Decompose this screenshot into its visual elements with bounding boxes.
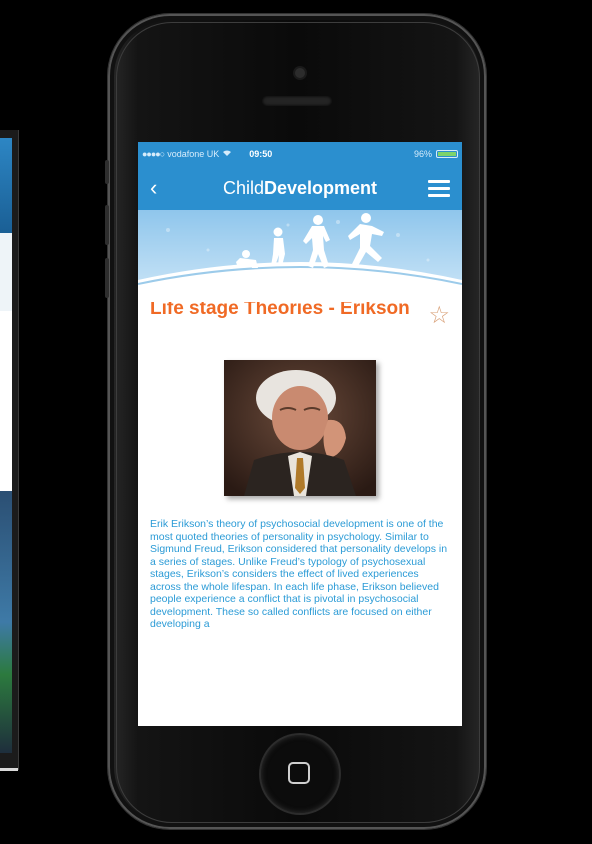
back-chevron-icon[interactable]: ‹ (150, 175, 174, 201)
background-screen-banner (0, 233, 12, 311)
status-time: 09:50 (249, 149, 273, 159)
wifi-icon (222, 149, 232, 159)
battery-icon (436, 150, 458, 158)
favorite-star-icon[interactable]: ☆ (428, 304, 450, 328)
front-camera (295, 68, 305, 78)
background-phone-base (0, 768, 18, 771)
nav-bar: ‹ ChildDevelopment (138, 166, 462, 210)
app-title-light: Child (222, 177, 264, 198)
battery-percent: 96% (413, 149, 432, 159)
app-title-bold: Development (264, 177, 378, 198)
erikson-portrait-image (224, 360, 376, 496)
carrier-name: vodafone UK (167, 149, 220, 159)
background-screen-content (0, 311, 12, 491)
background-screen-image (0, 491, 12, 753)
status-bar: ●●●●○ vodafone UK 09:50 96% (138, 142, 462, 166)
volume-down-button (105, 258, 109, 298)
background-phone-screen (0, 138, 12, 753)
volume-up-button (105, 205, 109, 245)
header-banner (138, 210, 462, 302)
background-screen-header (0, 138, 12, 233)
article-body: Erik Erikson’s theory of psychosocial de… (150, 518, 448, 630)
home-button[interactable] (261, 735, 339, 813)
hamburger-menu-icon[interactable] (428, 176, 450, 201)
earpiece-speaker (262, 96, 332, 106)
children-silhouette-illustration (138, 213, 462, 302)
home-square-icon (288, 762, 310, 784)
app-title: ChildDevelopment (138, 178, 462, 199)
mute-switch (105, 160, 109, 184)
signal-strength-icon: ●●●●○ (142, 149, 165, 159)
phone-screen: ●●●●○ vodafone UK 09:50 96% ‹ ChildDevel… (138, 142, 462, 726)
